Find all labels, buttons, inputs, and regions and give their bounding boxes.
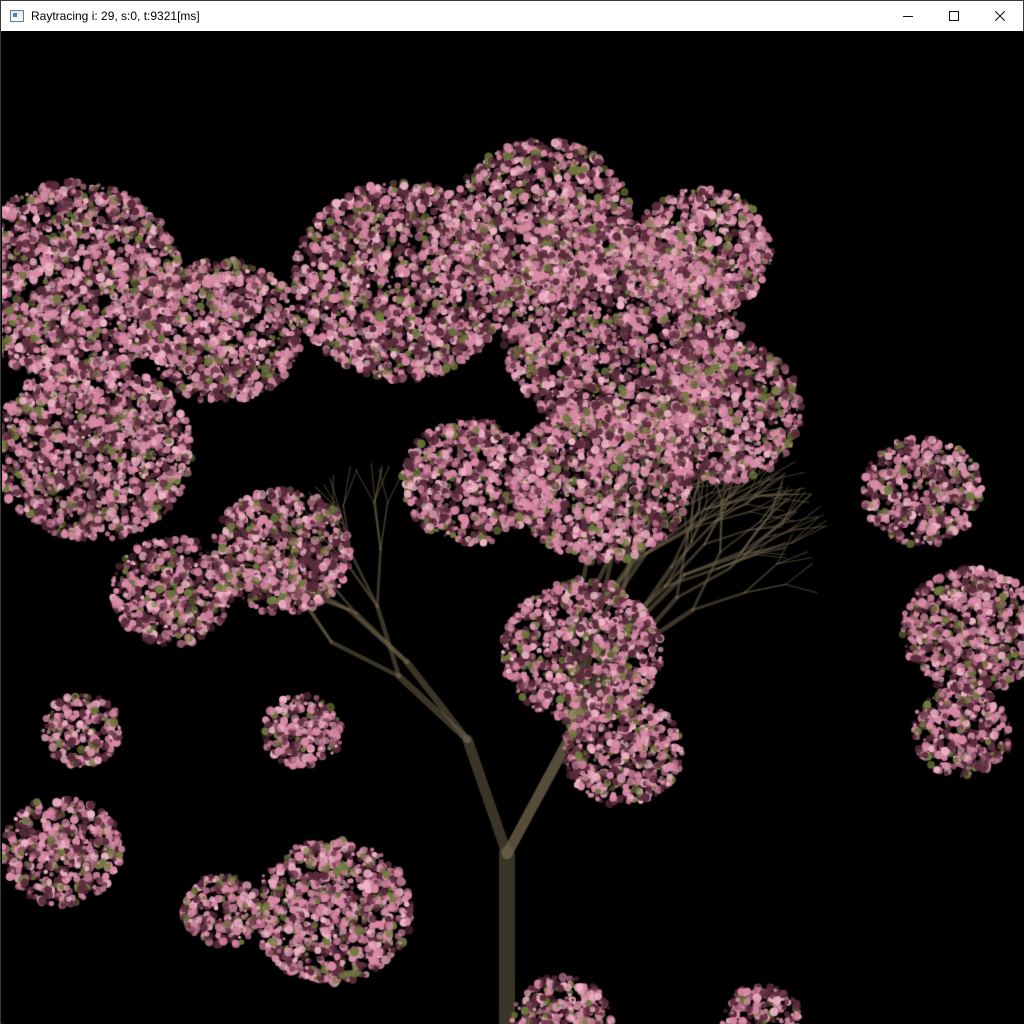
maximize-icon — [949, 11, 959, 21]
app-window: Raytracing i: 29, s:0, t:9321[ms] — [0, 0, 1024, 1024]
close-button[interactable] — [977, 1, 1023, 31]
render-viewport[interactable] — [2, 31, 1024, 1024]
window-controls — [885, 1, 1023, 31]
close-icon — [995, 11, 1005, 21]
title-bar[interactable]: Raytracing i: 29, s:0, t:9321[ms] — [1, 1, 1023, 31]
app-window-icon — [10, 10, 24, 22]
raytraced-cherry-blossom-tree — [2, 31, 1024, 1024]
minimize-icon — [903, 16, 913, 17]
minimize-button[interactable] — [885, 1, 931, 31]
window-title: Raytracing i: 29, s:0, t:9321[ms] — [31, 9, 200, 23]
maximize-button[interactable] — [931, 1, 977, 31]
